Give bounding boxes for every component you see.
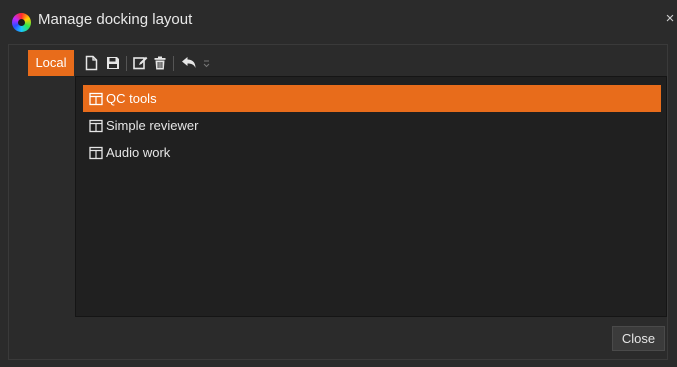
list-item-label: Audio work <box>106 145 171 160</box>
layout-list: QC tools Simple reviewer Audio work <box>83 85 661 166</box>
toolbar-separator <box>126 56 127 71</box>
close-button[interactable]: Close <box>612 326 665 351</box>
edit-icon <box>132 56 147 70</box>
list-item-audio-work[interactable]: Audio work <box>83 139 661 166</box>
layout-icon <box>89 92 103 105</box>
new-layout-button[interactable] <box>82 53 100 73</box>
save-layout-button[interactable] <box>104 53 122 73</box>
new-file-icon <box>85 55 97 71</box>
layout-list-panel: QC tools Simple reviewer Audio work <box>75 76 667 317</box>
undo-icon <box>182 57 196 68</box>
undo-button[interactable] <box>180 53 198 73</box>
list-item-label: Simple reviewer <box>106 118 199 133</box>
toolbar-separator <box>173 56 174 71</box>
list-item-qc-tools[interactable]: QC tools <box>83 85 661 112</box>
chevron-down-icon <box>203 60 209 68</box>
trash-icon <box>154 56 166 70</box>
layout-icon <box>89 119 103 132</box>
toolbar-overflow-button[interactable] <box>201 53 211 73</box>
tab-local[interactable]: Local <box>28 50 74 76</box>
color-wheel-icon <box>12 13 31 32</box>
title-bar: Manage docking layout × <box>0 0 677 44</box>
layout-toolbar <box>80 50 666 76</box>
list-item-label: QC tools <box>106 91 157 106</box>
layout-icon <box>89 146 103 159</box>
edit-layout-button[interactable] <box>131 53 149 73</box>
window-title: Manage docking layout <box>38 11 193 28</box>
close-window-button[interactable]: × <box>665 9 675 29</box>
list-item-simple-reviewer[interactable]: Simple reviewer <box>83 112 661 139</box>
delete-layout-button[interactable] <box>151 53 169 73</box>
floppy-disk-icon <box>107 57 119 69</box>
